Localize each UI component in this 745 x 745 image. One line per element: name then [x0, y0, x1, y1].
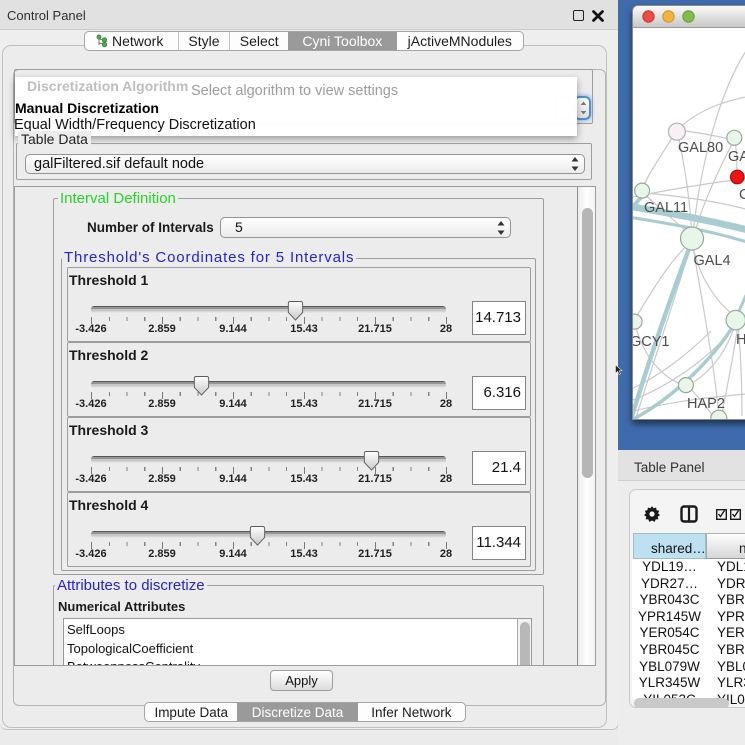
svg-text:GCY1: GCY1 [633, 334, 670, 350]
svg-text:HIS4: HIS4 [736, 332, 745, 348]
svg-text:GAL80: GAL80 [678, 140, 723, 156]
svg-text:GAL2: GAL2 [728, 149, 745, 165]
svg-text:HAP2: HAP2 [687, 396, 725, 412]
svg-text:CYT1: CYT1 [739, 187, 745, 203]
svg-text:GAL4: GAL4 [694, 253, 731, 269]
svg-text:GAL11: GAL11 [644, 200, 688, 216]
